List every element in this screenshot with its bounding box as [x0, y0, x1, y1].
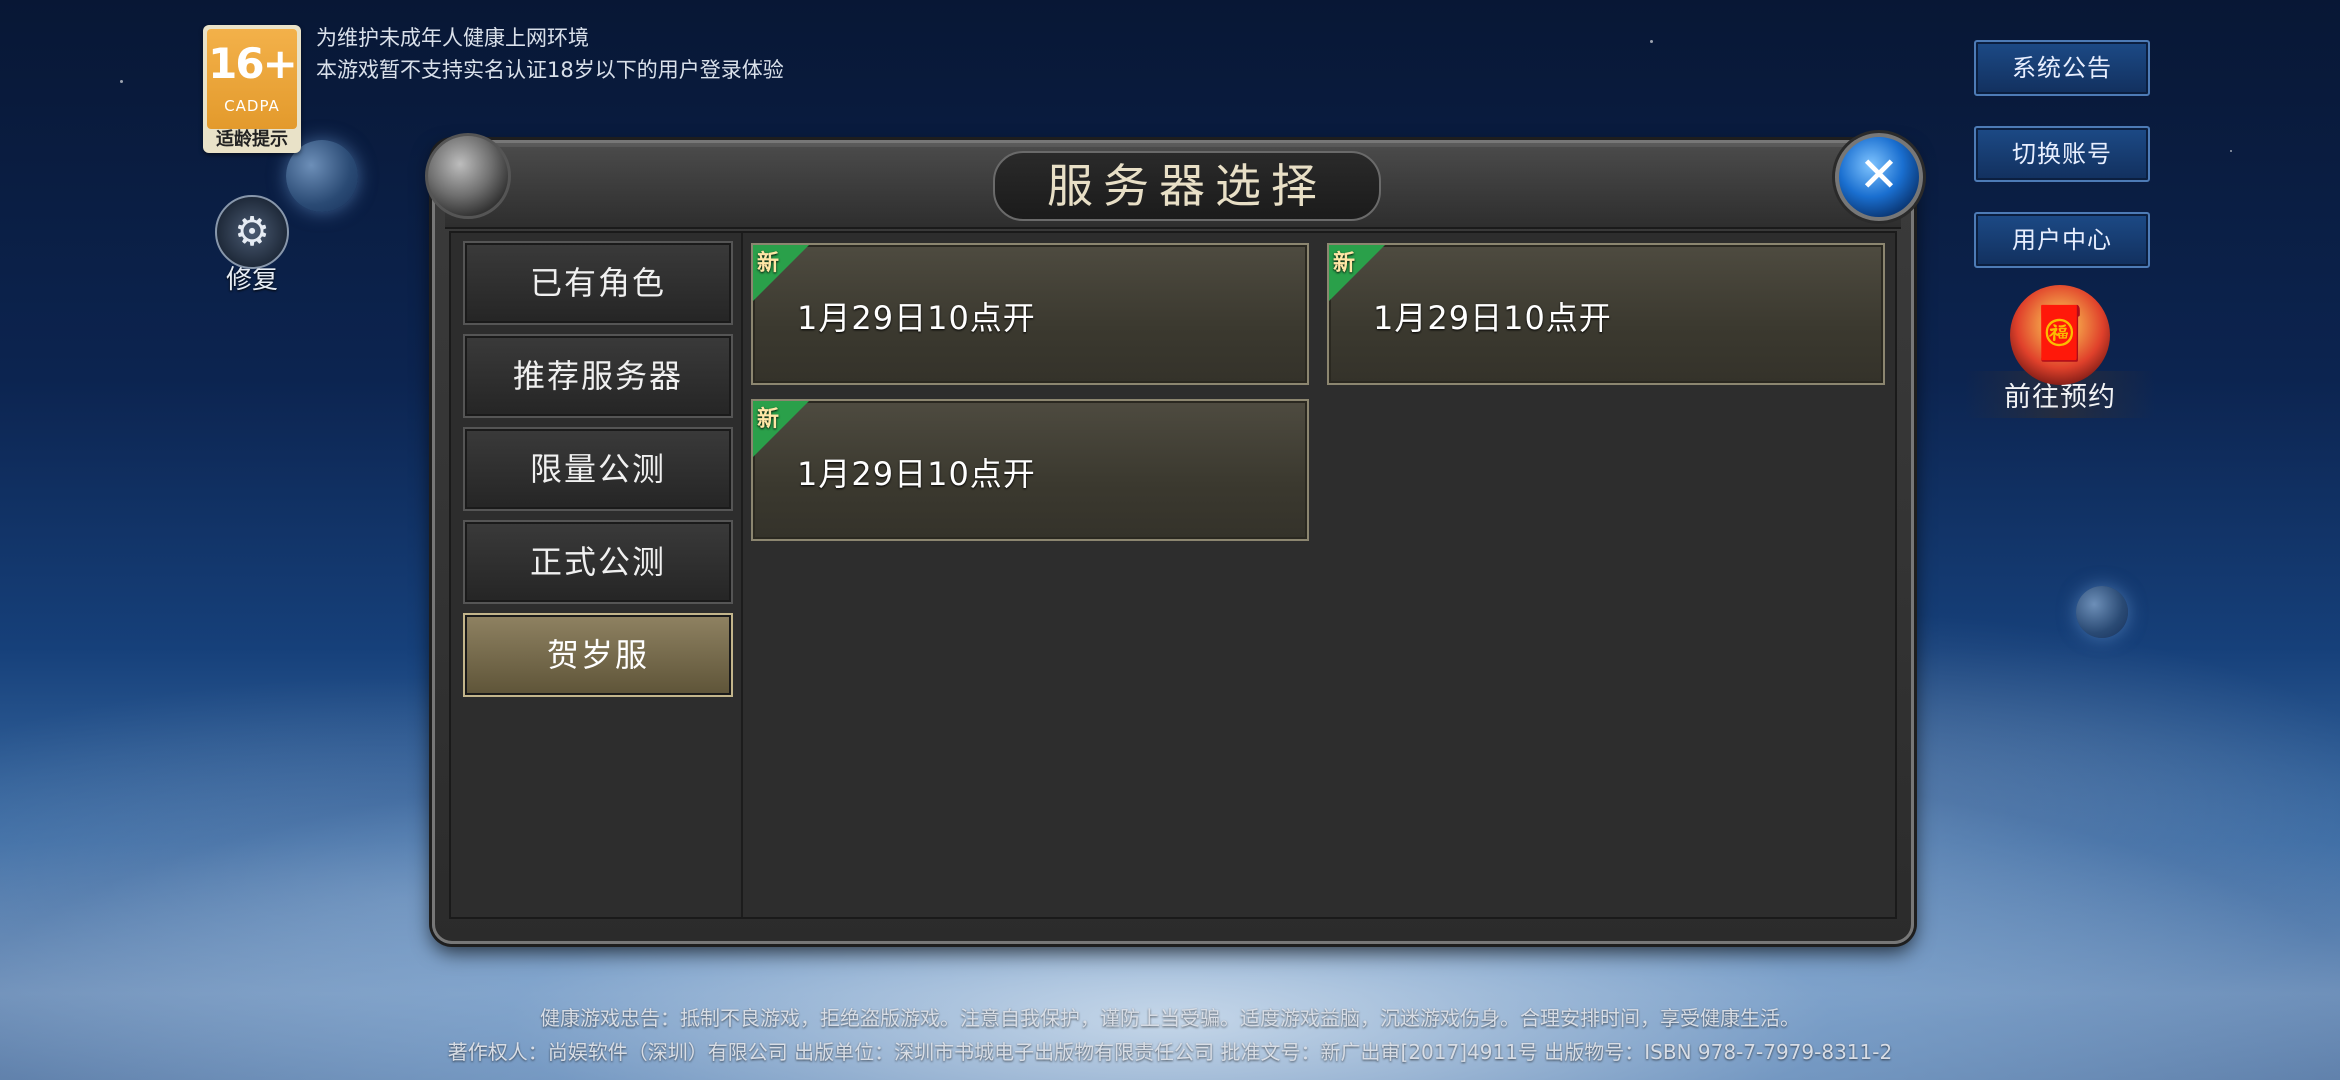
tab-new-year-server[interactable]: 贺岁服 — [463, 613, 733, 697]
tab-existing-characters[interactable]: 已有角色 — [463, 241, 733, 325]
minor-protection-notice: 为维护未成年人健康上网环境 本游戏暂不支持实名认证18岁以下的用户登录体验 — [316, 22, 784, 86]
new-badge: 新 — [1333, 251, 1356, 276]
reserve-button[interactable]: 🧧 前往预约 — [1965, 285, 2155, 435]
server-name: 1月29日10点开 — [1373, 299, 1612, 337]
user-center-button[interactable]: 用户中心 — [1974, 212, 2150, 268]
close-icon[interactable]: ✕ — [1835, 133, 1923, 221]
switch-account-button[interactable]: 切换账号 — [1974, 126, 2150, 182]
server-card[interactable]: 新 1月29日10点开 — [751, 243, 1309, 385]
star — [1650, 40, 1653, 43]
wrench-gear-icon: ⚙ — [215, 195, 289, 269]
dialog-header: 服务器选择 — [445, 147, 1901, 229]
tab-official-beta[interactable]: 正式公测 — [463, 520, 733, 604]
server-select-dialog: 服务器选择 ✕ 已有角色 推荐服务器 限量公测 正式公测 贺岁服 新 1月29日… — [425, 133, 1923, 944]
age-rating-hint: 适龄提示 — [216, 129, 288, 150]
notice-line-2: 本游戏暂不支持实名认证18岁以下的用户登录体验 — [316, 58, 784, 82]
age-rating-org: CADPA — [224, 97, 280, 115]
star — [2230, 150, 2232, 152]
dialog-title: 服务器选择 — [993, 151, 1381, 221]
star — [120, 80, 123, 83]
system-announcement-button[interactable]: 系统公告 — [1974, 40, 2150, 96]
server-category-sidebar: 已有角色 推荐服务器 限量公测 正式公测 贺岁服 — [451, 233, 743, 917]
gift-icon: 🧧 — [2010, 285, 2110, 385]
repair-button[interactable]: ⚙ 修复 — [214, 195, 290, 295]
new-badge: 新 — [757, 251, 780, 276]
age-rating-badge: 16+ CADPA 适龄提示 — [203, 25, 301, 153]
tab-recommended-servers[interactable]: 推荐服务器 — [463, 334, 733, 418]
orb-ornament-icon — [425, 133, 511, 219]
copyright-text: 著作权人：尚娱软件（深圳）有限公司 出版单位：深圳市书城电子出版物有限责任公司 … — [447, 1040, 1893, 1064]
server-name: 1月29日10点开 — [797, 455, 1036, 493]
health-advice-text: 健康游戏忠告：抵制不良游戏，拒绝盗版游戏。注意自我保护，谨防上当受骗。适度游戏益… — [540, 1006, 1800, 1030]
dialog-body: 已有角色 推荐服务器 限量公测 正式公测 贺岁服 新 1月29日10点开 新 1… — [449, 231, 1897, 919]
server-card[interactable]: 新 1月29日10点开 — [751, 399, 1309, 541]
tab-limited-beta[interactable]: 限量公测 — [463, 427, 733, 511]
new-badge: 新 — [757, 407, 780, 432]
server-card[interactable]: 新 1月29日10点开 — [1327, 243, 1885, 385]
age-rating: 16+ — [208, 39, 298, 88]
planet — [2076, 586, 2128, 638]
server-name: 1月29日10点开 — [797, 299, 1036, 337]
notice-line-1: 为维护未成年人健康上网环境 — [316, 26, 589, 50]
